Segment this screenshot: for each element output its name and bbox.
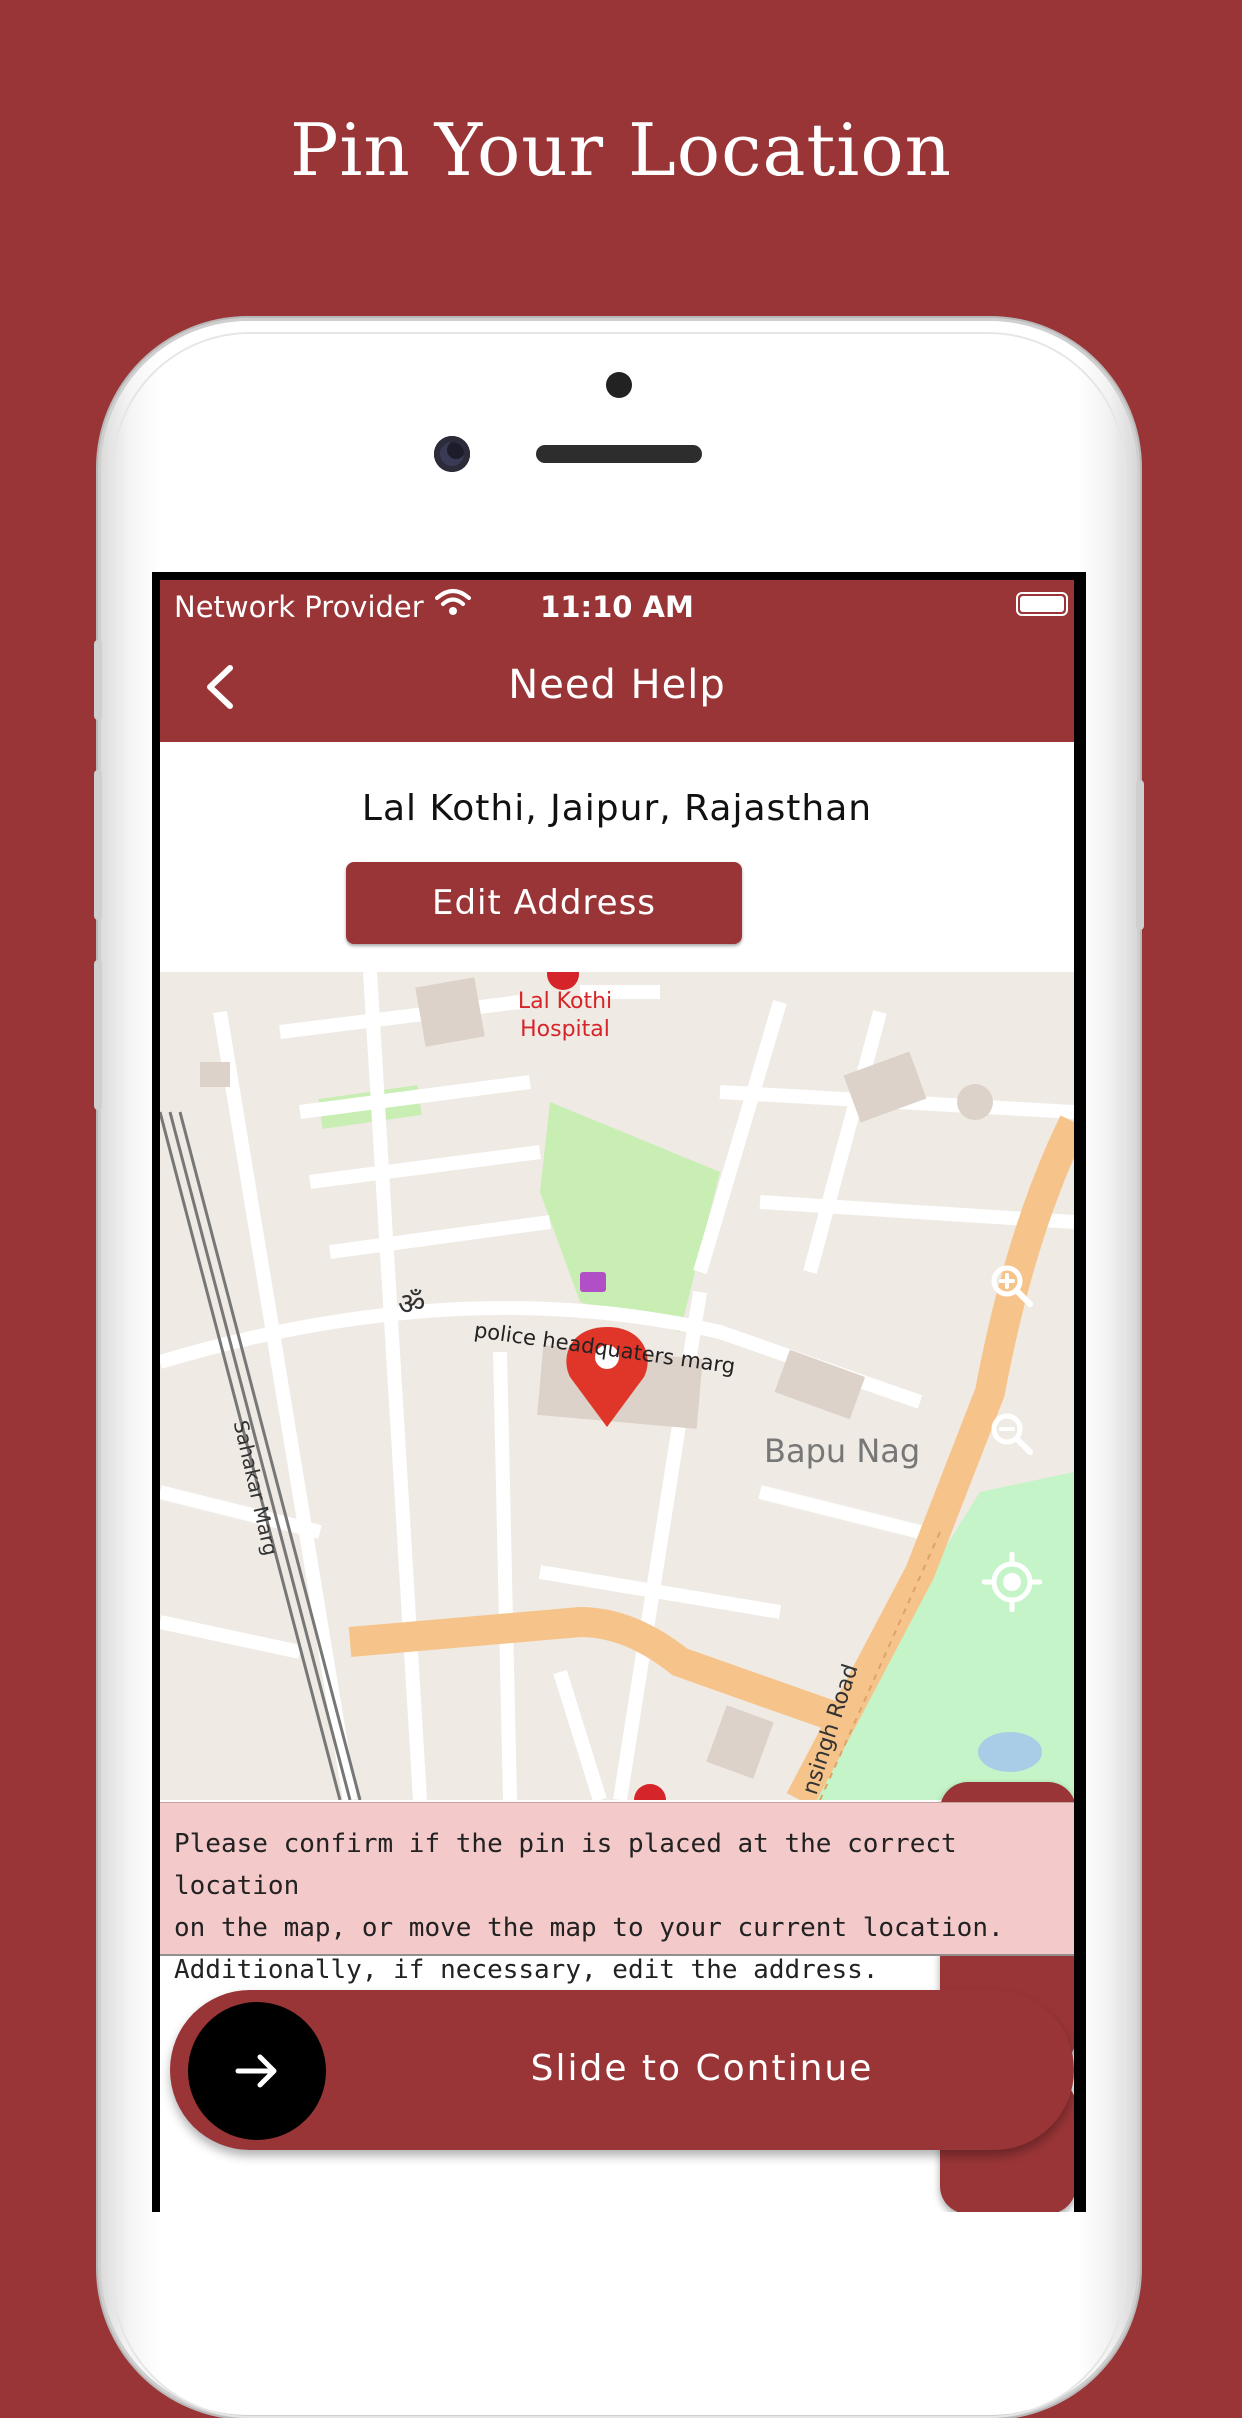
current-address: Lal Kothi, Jaipur, Rajasthan [361, 788, 873, 829]
temple-icon: ॐ [398, 1287, 425, 1322]
slider-knob[interactable] [188, 2002, 326, 2140]
side-button [94, 770, 102, 920]
map-label-area: Bapu Nag [764, 1432, 921, 1470]
sensor-dot [606, 372, 632, 398]
earpiece-speaker [536, 445, 702, 463]
side-button [94, 640, 102, 720]
confirmation-notice: Please confirm if the pin is placed at t… [160, 1802, 1074, 1985]
side-button [94, 960, 102, 1110]
slide-to-continue[interactable]: Slide to Continue [170, 1990, 1074, 2150]
map-view[interactable]: ॐ Lal Kothi Hospital police headquaters … [160, 972, 1074, 1800]
navigation-bar: Need Help [160, 632, 1074, 742]
notice-line: Please confirm if the pin is placed at t… [174, 1829, 957, 1901]
edit-address-button[interactable]: Edit Address [346, 862, 742, 944]
map-label-hospital: Hospital [520, 1017, 610, 1042]
my-location-icon [981, 1551, 1043, 1613]
phone-screen: Network Provider 11:10 AM Need Help Lal … [152, 572, 1086, 2212]
page-title: Need Help [508, 662, 726, 708]
map-label-hospital: Lal Kothi [517, 989, 613, 1014]
zoom-in-icon [988, 1262, 1036, 1310]
arrow-right-icon [235, 2054, 277, 2088]
status-time: 11:10 AM [540, 590, 694, 624]
zoom-out-icon [988, 1410, 1036, 1458]
page-headline: Pin Your Location [289, 108, 953, 192]
front-camera [434, 436, 470, 472]
notice-line: on the map, or move the map to your curr… [174, 1913, 1004, 1943]
battery-icon [1016, 592, 1068, 616]
side-button [1136, 780, 1144, 930]
notice-line: Additionally, if necessary, edit the add… [174, 1955, 879, 1985]
status-bar: Network Provider 11:10 AM [160, 580, 1074, 632]
slider-label: Slide to Continue [530, 2048, 874, 2089]
